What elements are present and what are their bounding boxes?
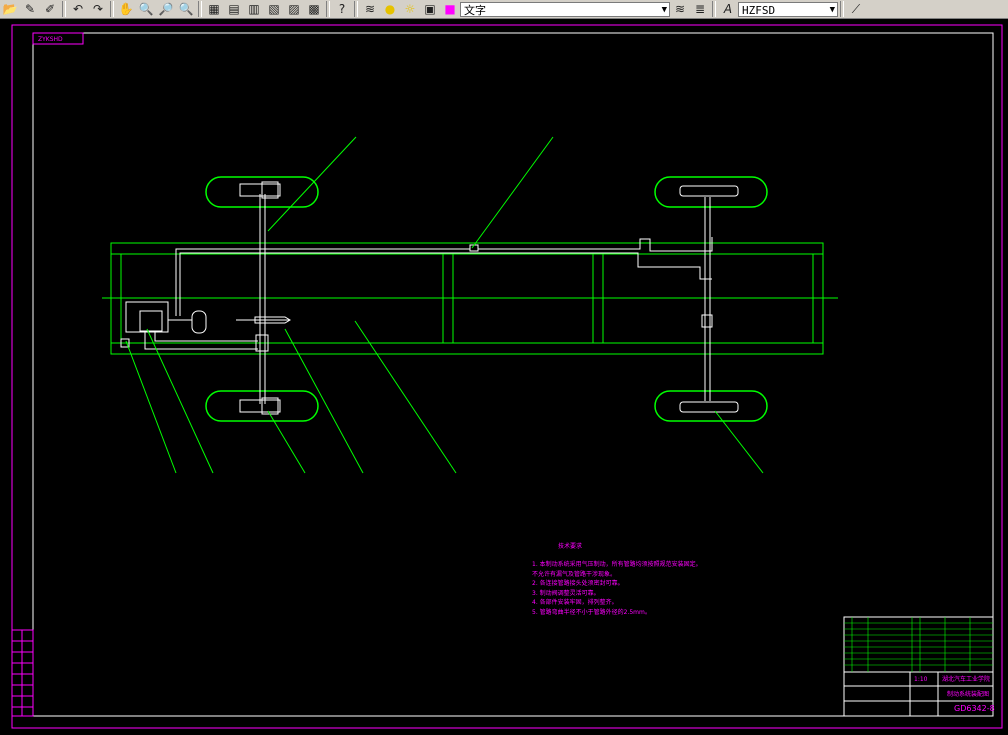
wheel-rear-left [654, 176, 768, 208]
toolbar: 📂 ✎ ✐ ↶ ↷ ✋ 🔍 🔎 🔍 ▦ ▤ ▥ ▧ ▨ ▩? ≋ ● ☼ ▣ ■ 文字 ▼ ≋ ≣ A HZ… [0, 0, 1008, 19]
pan-icon[interactable]: ✋ [116, 1, 136, 17]
corner-label: ZYKSHD [38, 36, 63, 43]
color-swatch-icon[interactable]: ■ [440, 1, 460, 17]
title-block-part-name: 制动系统装配图 [947, 690, 989, 698]
layer-select-value: 文字 [464, 3, 486, 17]
note-line: 1. 本制动系统采用气压制动，所有管路均须按照规范安装固定。 [532, 561, 702, 568]
zoom-realtime-icon[interactable]: 🔍 [136, 1, 156, 17]
chevron-down-icon: ▼ [661, 4, 667, 15]
toolbar-separator [840, 1, 844, 17]
notes-title: 技术要求 [558, 543, 583, 550]
toolbar-separator [712, 1, 716, 17]
note-line: 3. 制动阀调整灵活可靠。 [532, 589, 600, 597]
wheel-rear-right [654, 390, 768, 422]
redo-icon[interactable]: ↷ [88, 1, 108, 17]
note-line: 5. 管路弯曲半径不小于管路外径的2.5mm。 [532, 608, 651, 616]
technical-notes: 1. 本制动系统采用气压制动，所有管路均须按照规范安装固定。 不允许有漏气及管路干… [532, 560, 702, 617]
note-line: 不允许有漏气及管路干涉现象。 [532, 570, 617, 578]
leader-lines [125, 136, 764, 474]
chevron-down-icon: ▼ [829, 4, 835, 15]
properties-icon[interactable]: ▦ [204, 1, 224, 17]
undo-icon[interactable]: ↶ [68, 1, 88, 17]
chassis-frame [102, 242, 838, 355]
title-block-school: 湖北汽车工业学院 [942, 675, 990, 683]
calculator-icon[interactable]: ▩ [304, 1, 324, 17]
toolbar-separator [354, 1, 358, 17]
open-icon[interactable]: 📂 [0, 1, 20, 17]
sheet-set-icon[interactable]: ▧ [264, 1, 284, 17]
outer-frame [11, 24, 1003, 729]
lightbulb-icon[interactable]: ● [380, 1, 400, 17]
layer-select[interactable]: 文字 ▼ [460, 1, 670, 17]
layer-previous-icon[interactable]: ≋ [670, 1, 690, 17]
pencil-icon[interactable]: ✎ [20, 1, 40, 17]
parts-list [844, 617, 993, 672]
title-block [843, 616, 994, 717]
toolbar-separator [110, 1, 114, 17]
zoom-previous-icon[interactable]: 🔍 [176, 1, 196, 17]
text-style-select[interactable]: HZFSD ▼ [738, 1, 838, 17]
revision-strip [11, 629, 34, 717]
inner-frame [32, 32, 994, 717]
toolbar-separator [62, 1, 66, 17]
title-block-scale: 1:10 [914, 676, 928, 683]
highlighter-icon[interactable]: ✐ [40, 1, 60, 17]
help-icon[interactable]: ? [332, 1, 352, 17]
note-line: 4. 各部件安装牢固，排列整齐。 [532, 599, 618, 606]
toolbar-separator [326, 1, 330, 17]
text-style-icon[interactable]: A [718, 1, 738, 17]
layer-states-icon[interactable]: ≣ [690, 1, 710, 17]
text-style-value: HZFSD [742, 3, 776, 17]
layer-manager-icon[interactable]: ≋ [360, 1, 380, 17]
lock-icon[interactable]: ▣ [420, 1, 440, 17]
toolbar-separator [198, 1, 202, 17]
design-center-icon[interactable]: ▤ [224, 1, 244, 17]
sun-icon[interactable]: ☼ [400, 1, 420, 17]
drawing-svg: ZYKSHD 湖北汽车工业学院 1:10 制动系统装配图 GD6342-8 [11, 24, 1003, 729]
dimension-style-icon[interactable]: ⟋ [846, 1, 866, 17]
zoom-window-icon[interactable]: 🔎 [156, 1, 176, 17]
drawing-number: GD6342-8 [954, 704, 995, 713]
markup-icon[interactable]: ▨ [284, 1, 304, 17]
note-line: 2. 各连接管路接头处须密封可靠。 [532, 580, 624, 587]
drawing-canvas[interactable]: ZYKSHD 湖北汽车工业学院 1:10 制动系统装配图 GD6342-8 技术… [0, 19, 1008, 731]
tool-palette-icon[interactable]: ▥ [244, 1, 264, 17]
